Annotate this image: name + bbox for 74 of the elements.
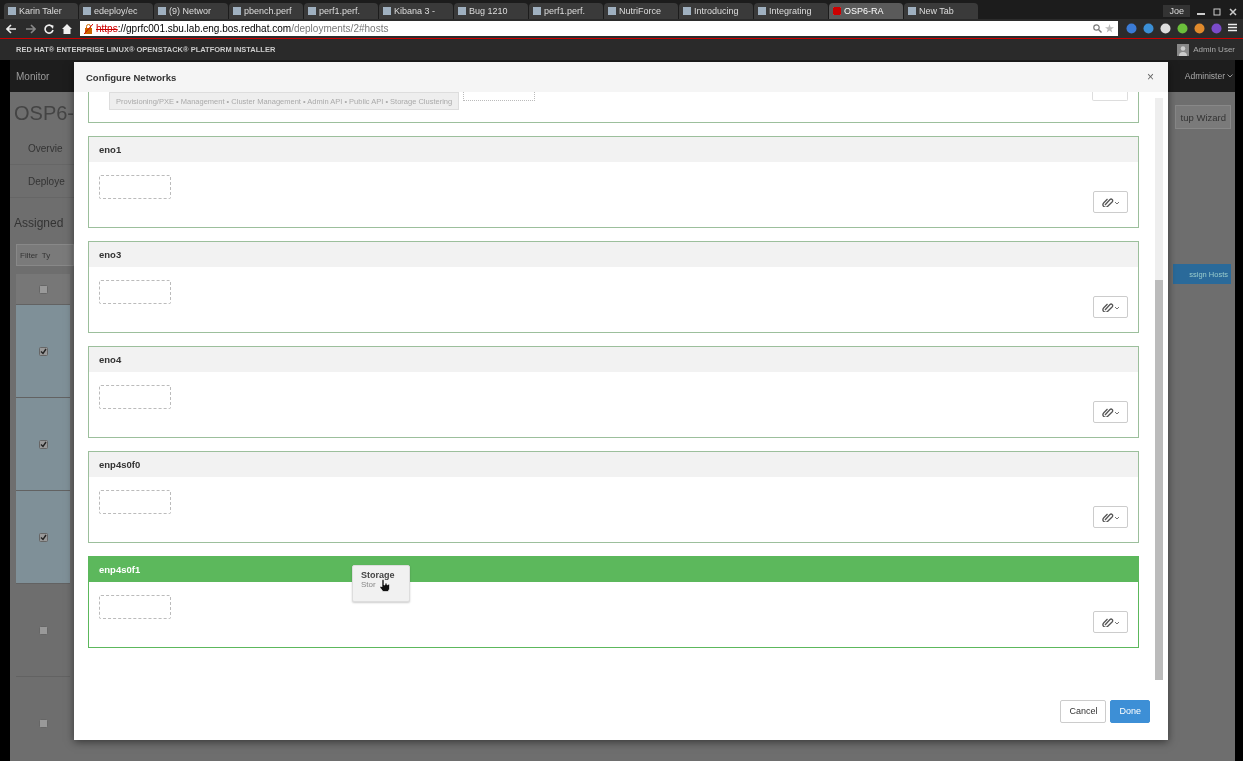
browser-tab[interactable]: Bug 1210	[454, 3, 528, 19]
favicon-icon	[908, 7, 916, 15]
close-icon[interactable]	[1229, 8, 1237, 16]
browser-tab[interactable]: New Tab	[904, 3, 978, 19]
close-button[interactable]: ×	[1147, 70, 1154, 84]
checkbox[interactable]	[38, 346, 48, 356]
favicon-icon	[8, 7, 16, 15]
nav-link[interactable]: Monitor	[16, 70, 50, 82]
search-icon[interactable]	[1093, 24, 1102, 33]
star-icon[interactable]	[1105, 24, 1114, 33]
interface-name: eno3	[89, 242, 1138, 267]
interface-name: eno1	[89, 137, 1138, 162]
reload-icon[interactable]	[44, 23, 54, 34]
link-button[interactable]	[1093, 611, 1128, 633]
favicon-icon	[83, 7, 91, 15]
favicon-icon	[683, 7, 691, 15]
link-button[interactable]	[1093, 506, 1128, 528]
maximize-icon[interactable]	[1213, 8, 1221, 16]
browser-tab[interactable]: Introducing	[679, 3, 753, 19]
menu-icon[interactable]	[1228, 23, 1237, 32]
favicon-icon	[233, 7, 241, 15]
caret-icon	[1227, 74, 1233, 78]
browser-tab[interactable]: edeploy/ec	[79, 3, 153, 19]
hand-cursor-icon	[379, 579, 391, 592]
link-icon	[1101, 302, 1120, 312]
scrollbar[interactable]	[1155, 98, 1163, 680]
browser-tab[interactable]: Kibana 3 -	[379, 3, 453, 19]
section-heading: Assigned	[13, 215, 65, 232]
link-icon	[1101, 197, 1120, 207]
link-button[interactable]	[1093, 296, 1128, 318]
interface-name: eno4	[89, 347, 1138, 372]
user-menu[interactable]: Admin User	[1193, 45, 1235, 54]
favicon-icon	[383, 7, 391, 15]
browser-tab[interactable]: NutriForce	[604, 3, 678, 19]
browser-tab[interactable]: pbench.perf	[229, 3, 303, 19]
checkbox[interactable]	[38, 284, 48, 294]
link-button[interactable]	[1093, 401, 1128, 423]
url-text: https://gprfc001.sbu.lab.eng.bos.redhat.com/deployments/2#hosts	[96, 23, 389, 34]
link-button[interactable]	[1093, 191, 1128, 213]
checkbox[interactable]	[38, 439, 48, 449]
favicon-icon	[608, 7, 616, 15]
user-avatar-icon	[1177, 43, 1190, 56]
favicon-icon	[458, 7, 466, 15]
browser-tab[interactable]: perf1.perf.	[529, 3, 603, 19]
favicon-icon	[158, 7, 166, 15]
insecure-lock-icon	[84, 23, 93, 34]
favicon-icon	[533, 7, 541, 15]
browser-tab[interactable]: OSP6-RA	[829, 3, 903, 19]
interface-name: enp4s0f0	[89, 452, 1138, 477]
dragged-chip[interactable]: Storage Stor	[352, 565, 410, 602]
extension-icon[interactable]	[1194, 23, 1205, 34]
nav-link[interactable]: Administer	[1184, 71, 1225, 81]
address-field[interactable]: https://gprfc001.sbu.lab.eng.bos.redhat.com/deployments/2#hosts	[80, 21, 1118, 36]
browser-tab[interactable]: perf1.perf.	[304, 3, 378, 19]
browser-tab[interactable]: Karin Taler	[4, 3, 78, 19]
profile-button[interactable]: Joe	[1163, 5, 1190, 17]
link-icon	[1101, 407, 1120, 417]
back-icon[interactable]	[6, 23, 17, 34]
link-icon	[1101, 512, 1120, 522]
forward-icon[interactable]	[25, 23, 36, 34]
home-icon[interactable]	[62, 23, 72, 34]
link-icon	[1101, 617, 1120, 627]
browser-tab[interactable]: Integrating	[754, 3, 828, 19]
checkbox[interactable]	[38, 625, 48, 635]
checkbox[interactable]	[38, 532, 48, 542]
cancel-button[interactable]: Cancel	[1060, 699, 1107, 723]
extension-icon[interactable]	[1160, 23, 1171, 34]
checkbox[interactable]	[38, 718, 48, 728]
favicon-icon	[833, 7, 841, 15]
favicon-icon	[758, 7, 766, 15]
extension-icon[interactable]	[1177, 23, 1188, 34]
browser-tab[interactable]: (9) Networ	[154, 3, 228, 19]
favicon-icon	[308, 7, 316, 15]
modal-title: Configure Networks	[86, 71, 177, 83]
